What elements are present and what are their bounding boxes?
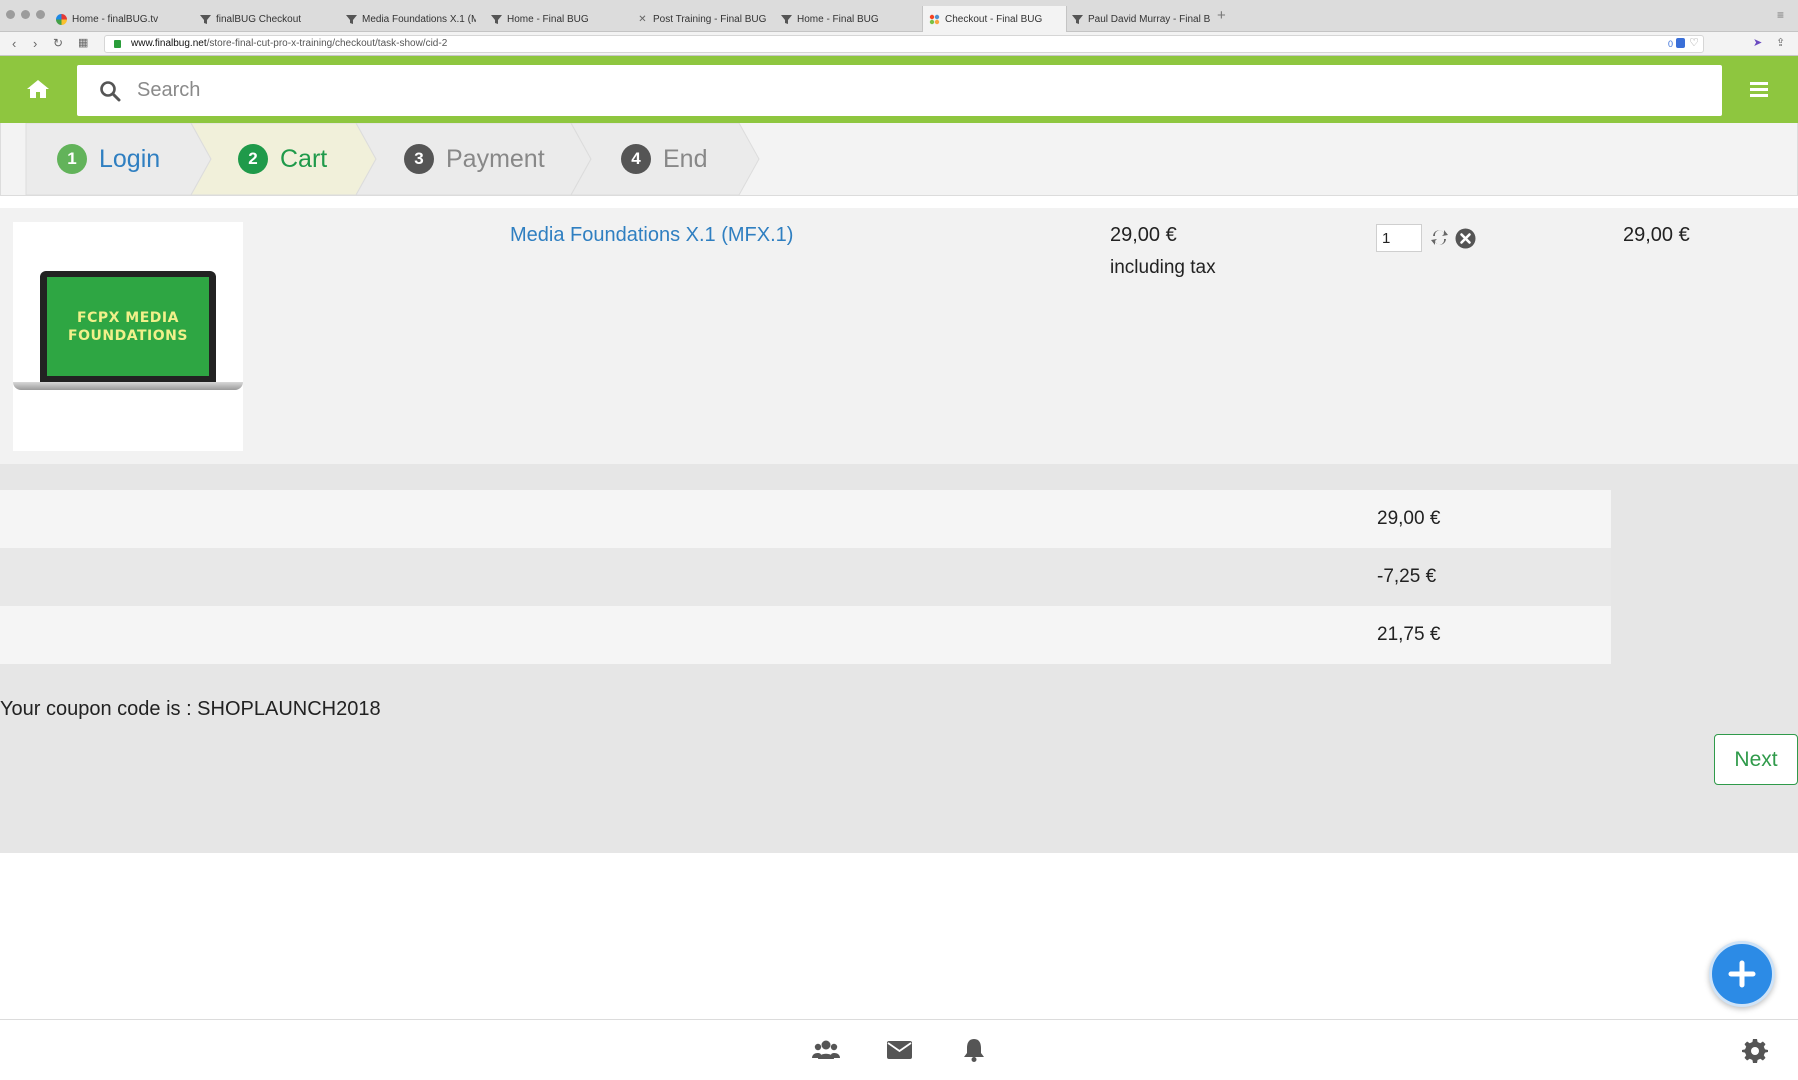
add-fab-button[interactable]	[1709, 941, 1775, 1007]
total-value: 21,75 €	[1377, 624, 1441, 645]
funnel-favicon-icon	[1072, 14, 1083, 25]
tab-title: Paul David Murray - Final BU	[1088, 13, 1210, 25]
lock-icon	[114, 40, 121, 48]
envelope-icon[interactable]	[886, 1037, 914, 1063]
shield-icon[interactable]	[1676, 38, 1685, 48]
browser-tab[interactable]: ✕ Post Training - Final BUG	[637, 6, 777, 32]
back-icon[interactable]: ‹	[12, 36, 16, 51]
tab-overflow-icon[interactable]: ≡	[1777, 8, 1784, 22]
step-end: 4 End	[621, 125, 707, 193]
browser-tab[interactable]: Home - finalBUG.tv	[56, 6, 196, 32]
laptop-display: FCPX MEDIA FOUNDATIONS	[47, 277, 209, 376]
search-icon	[99, 80, 121, 102]
next-button[interactable]: Next	[1714, 734, 1798, 785]
window-minimize-button[interactable]	[21, 10, 30, 19]
subtotal-value: 29,00 €	[1377, 508, 1441, 529]
discount-row: -7,25 €	[0, 548, 1611, 606]
product-image-caption-line: FCPX MEDIA	[77, 309, 179, 326]
url-path: /store-final-cut-pro-x-training/checkout…	[206, 38, 448, 49]
coupon-message: Your coupon code is : SHOPLAUNCH2018	[0, 698, 381, 720]
step-number: 2	[238, 144, 268, 174]
bottom-toolbar	[0, 1019, 1798, 1080]
product-image-caption: FCPX MEDIA FOUNDATIONS	[68, 309, 188, 345]
unit-price: 29,00 €	[1110, 224, 1177, 246]
step-number: 4	[621, 144, 651, 174]
window-zoom-button[interactable]	[36, 10, 45, 19]
tab-title: finalBUG Checkout	[216, 13, 302, 25]
search-box	[77, 65, 1722, 116]
step-number: 3	[404, 144, 434, 174]
heart-icon[interactable]: ♡	[1689, 35, 1699, 51]
window-close-button[interactable]	[6, 10, 15, 19]
laptop-base	[13, 382, 243, 390]
browser-tab[interactable]: Paul David Murray - Final BU	[1072, 6, 1210, 32]
step-payment: 3 Payment	[404, 125, 545, 193]
subtotal-row: 29,00 €	[0, 490, 1611, 548]
tab-title: Home - finalBUG.tv	[72, 13, 159, 25]
reload-icon[interactable]: ↻	[53, 36, 63, 50]
browser-toolbar: ‹ › ↻ ▦ www.finalbug.net/store-final-cut…	[0, 32, 1798, 56]
funnel-favicon-icon	[200, 14, 211, 25]
tab-title: Media Foundations X.1 (MFX	[362, 13, 476, 25]
tab-title: Home - Final BUG	[507, 13, 589, 25]
close-tab-icon[interactable]: ✕	[637, 14, 648, 25]
users-icon[interactable]	[812, 1037, 840, 1063]
funnel-favicon-icon	[781, 14, 792, 25]
tax-note: including tax	[1110, 257, 1216, 278]
remove-icon[interactable]	[1455, 228, 1476, 249]
refresh-icon[interactable]	[1430, 228, 1449, 247]
cart-summary: 29,00 € -7,25 € 21,75 € Your coupon code…	[0, 464, 1798, 853]
funnel-favicon-icon	[346, 14, 357, 25]
browser-tab[interactable]: Home - Final BUG	[491, 6, 621, 32]
site-header	[0, 56, 1798, 123]
browser-tab-bar: Home - finalBUG.tv finalBUG Checkout Med…	[0, 0, 1798, 32]
url-host: www.finalbug.net	[131, 38, 207, 49]
product-image-caption-line: FOUNDATIONS	[68, 327, 188, 344]
browser-tab[interactable]: Home - Final BUG	[781, 6, 911, 32]
product-image[interactable]: FCPX MEDIA FOUNDATIONS	[13, 222, 243, 451]
funnel-favicon-icon	[491, 14, 502, 25]
step-label: Cart	[280, 144, 328, 173]
step-label: Payment	[446, 144, 545, 173]
finalbug-tv-favicon-icon	[56, 13, 67, 25]
tab-title: Post Training - Final BUG	[653, 13, 767, 25]
step-label: Login	[99, 144, 161, 173]
product-name-link[interactable]: Media Foundations X.1 (MFX.1)	[510, 224, 793, 247]
plus-icon	[1728, 960, 1756, 988]
tab-title: Home - Final BUG	[797, 13, 879, 25]
new-tab-icon[interactable]: +	[1217, 7, 1226, 24]
browser-tab-active[interactable]: Checkout - Final BUG	[922, 6, 1067, 32]
bell-icon[interactable]	[960, 1037, 988, 1063]
discount-value: -7,25 €	[1377, 566, 1437, 587]
step-login[interactable]: 1 Login	[57, 125, 160, 193]
browser-tab[interactable]: Media Foundations X.1 (MFX	[346, 6, 476, 32]
share-icon[interactable]: ⇪	[1776, 36, 1785, 49]
gear-icon[interactable]	[1742, 1037, 1770, 1063]
quantity-input[interactable]	[1376, 224, 1422, 252]
step-cart: 2 Cart	[238, 125, 327, 193]
tab-title: Checkout - Final BUG	[945, 13, 1043, 25]
grid-icon[interactable]: ▦	[78, 36, 88, 49]
address-bar[interactable]: www.finalbug.net/store-final-cut-pro-x-t…	[104, 35, 1704, 53]
forward-icon[interactable]: ›	[33, 36, 37, 51]
browser-tab[interactable]: finalBUG Checkout	[200, 6, 340, 32]
extension-badge-count: 0	[1667, 39, 1673, 49]
send-icon[interactable]: ➤	[1753, 36, 1762, 49]
hamburger-menu-icon[interactable]	[1750, 80, 1770, 98]
checkout-steps: 1 Login 2 Cart 3 Payment 4 End	[0, 123, 1798, 196]
laptop-illustration: FCPX MEDIA FOUNDATIONS	[40, 271, 216, 382]
line-total: 29,00 €	[1623, 224, 1690, 246]
search-input[interactable]	[137, 65, 1697, 116]
cart-item-row: FCPX MEDIA FOUNDATIONS Media Foundations…	[0, 208, 1798, 464]
step-label: End	[663, 144, 708, 173]
joomla-favicon-icon	[929, 14, 940, 25]
step-number: 1	[57, 144, 87, 174]
home-icon[interactable]	[26, 78, 50, 100]
total-row: 21,75 €	[0, 606, 1611, 664]
